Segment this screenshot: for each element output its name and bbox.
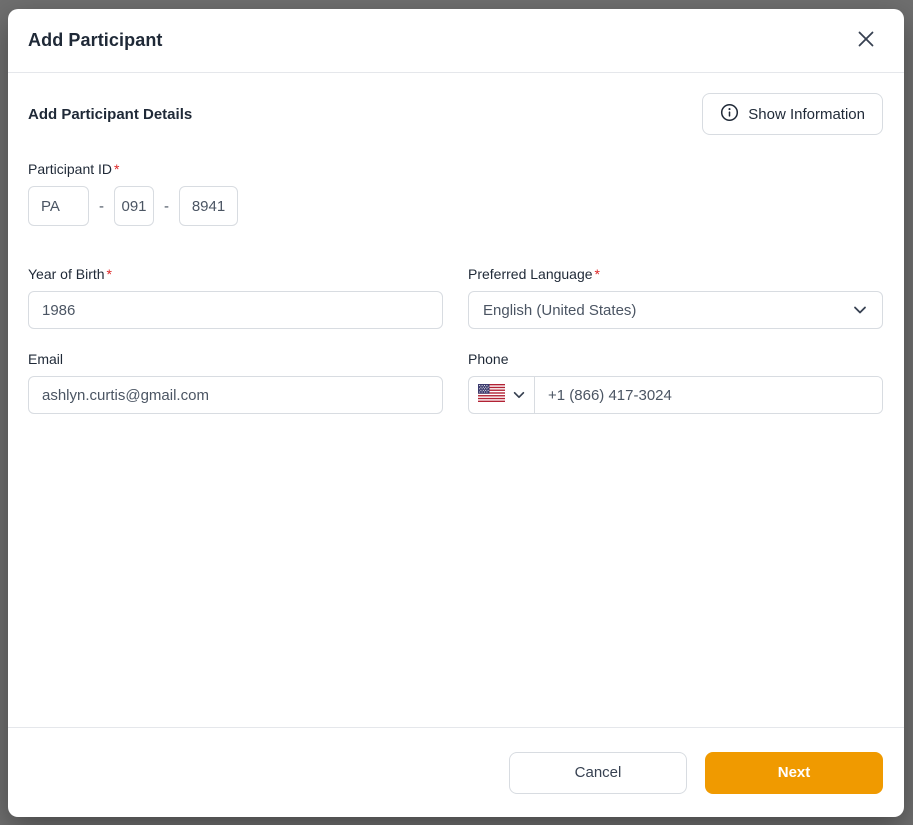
phone-label: Phone bbox=[468, 351, 883, 367]
participant-id-segment-2[interactable] bbox=[114, 186, 154, 226]
participant-id-inputs: - - bbox=[28, 186, 883, 226]
year-of-birth-label: Year of Birth* bbox=[28, 266, 443, 282]
section-title: Add Participant Details bbox=[28, 106, 192, 123]
year-of-birth-input[interactable] bbox=[28, 291, 443, 329]
modal-footer: Cancel Next bbox=[8, 727, 904, 817]
participant-id-segment-1[interactable] bbox=[28, 186, 89, 226]
email-field: Email bbox=[28, 351, 443, 414]
show-information-label: Show Information bbox=[748, 106, 865, 123]
close-icon bbox=[857, 30, 875, 51]
phone-country-select[interactable] bbox=[469, 377, 535, 413]
email-label: Email bbox=[28, 351, 443, 367]
close-button[interactable] bbox=[852, 27, 880, 55]
phone-input-group bbox=[468, 376, 883, 414]
form-grid: Year of Birth* Preferred Language* Engli… bbox=[28, 266, 883, 414]
phone-field: Phone bbox=[468, 351, 883, 414]
modal-body: Add Participant Details Show Information… bbox=[8, 73, 904, 727]
participant-id-label: Participant ID* bbox=[28, 161, 883, 177]
preferred-language-value: English (United States) bbox=[483, 302, 636, 319]
email-input[interactable] bbox=[28, 376, 443, 414]
next-button[interactable]: Next bbox=[705, 752, 883, 794]
phone-number-input[interactable] bbox=[535, 377, 882, 413]
required-asterisk: * bbox=[114, 161, 119, 177]
section-head: Add Participant Details Show Information bbox=[28, 93, 883, 135]
chevron-down-icon bbox=[512, 388, 526, 402]
required-asterisk: * bbox=[107, 266, 112, 282]
info-icon bbox=[720, 103, 739, 126]
participant-id-segment-3[interactable] bbox=[179, 186, 238, 226]
year-of-birth-field: Year of Birth* bbox=[28, 266, 443, 329]
add-participant-modal: Add Participant Add Participant Details bbox=[8, 9, 904, 817]
id-separator: - bbox=[164, 198, 169, 215]
preferred-language-field: Preferred Language* English (United Stat… bbox=[468, 266, 883, 329]
required-asterisk: * bbox=[595, 266, 600, 282]
preferred-language-label: Preferred Language* bbox=[468, 266, 883, 282]
chevron-down-icon bbox=[852, 302, 868, 318]
preferred-language-select[interactable]: English (United States) bbox=[468, 291, 883, 329]
modal-title: Add Participant bbox=[28, 30, 163, 51]
modal-header: Add Participant bbox=[8, 9, 904, 73]
us-flag-icon bbox=[478, 384, 505, 407]
participant-id-group: Participant ID* - - bbox=[28, 161, 883, 226]
show-information-button[interactable]: Show Information bbox=[702, 93, 883, 135]
id-separator: - bbox=[99, 198, 104, 215]
cancel-button[interactable]: Cancel bbox=[509, 752, 687, 794]
